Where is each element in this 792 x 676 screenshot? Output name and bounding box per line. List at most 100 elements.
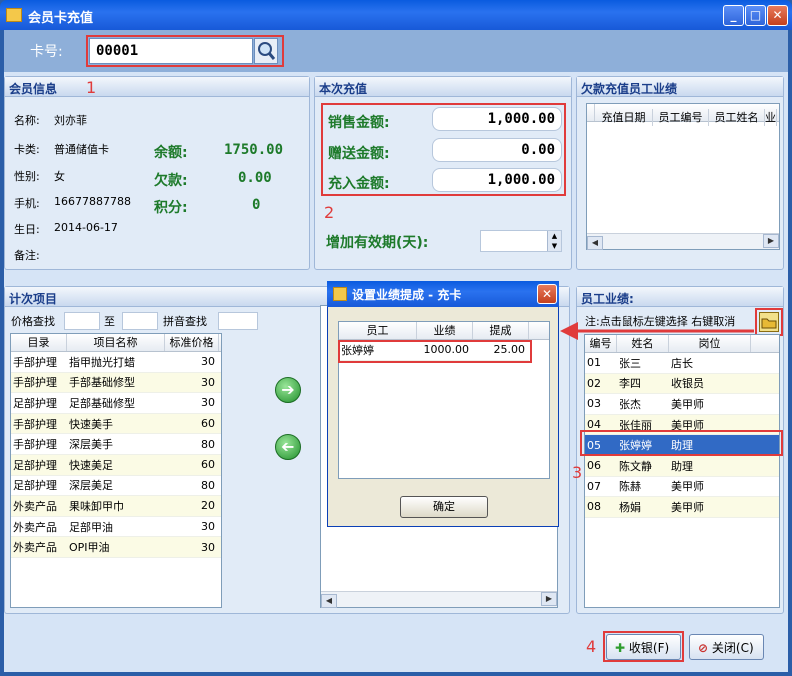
gift-amount-label: 赠送金额: bbox=[328, 146, 390, 162]
member-info-header: 会员信息 bbox=[5, 77, 309, 97]
pinyin-search-label: 拼音查找 bbox=[163, 315, 207, 328]
sale-amount-input[interactable]: 1,000.00 bbox=[432, 107, 562, 131]
item-row[interactable]: 手部护理 快速美手 60 bbox=[11, 413, 221, 435]
employee-row[interactable]: 02 李四 收银员 bbox=[585, 373, 779, 395]
col-emp-name[interactable]: 员工姓名 bbox=[709, 109, 765, 126]
employee-row[interactable]: 08 杨娟 美甲师 bbox=[585, 497, 779, 518]
scroll-right-icon[interactable]: ▶ bbox=[763, 234, 779, 248]
item-row[interactable]: 手部护理 指甲抛光打蜡 30 bbox=[11, 352, 221, 373]
item-price: 80 bbox=[201, 437, 215, 451]
employee-row[interactable]: 03 张杰 美甲师 bbox=[585, 394, 779, 415]
member-type-label: 卡类: bbox=[14, 143, 40, 156]
items-rows: 手部护理 指甲抛光打蜡 30 手部护理 手部基础修型 30 足部护理 足部基础修型 30 手部护理… bbox=[11, 352, 221, 558]
validity-spinner[interactable]: ▲ ▼ bbox=[480, 230, 562, 252]
employee-code: 06 bbox=[587, 459, 601, 473]
item-price: 60 bbox=[201, 417, 215, 431]
price-min-input[interactable] bbox=[64, 312, 100, 330]
item-row[interactable]: 手部护理 手部基础修型 30 bbox=[11, 372, 221, 394]
card-number-input[interactable]: 00001 bbox=[89, 38, 253, 64]
checkout-button[interactable]: ✚ 收银(F) bbox=[606, 634, 681, 660]
remove-item-button[interactable]: ➔ bbox=[275, 434, 301, 460]
item-row[interactable]: 足部护理 快速美足 60 bbox=[11, 454, 221, 476]
debt-label: 欠款: bbox=[154, 173, 188, 189]
item-price: 20 bbox=[201, 499, 215, 513]
item-category: 足部护理 bbox=[13, 458, 57, 472]
scroll-right-icon[interactable]: ▶ bbox=[541, 592, 557, 606]
app-icon bbox=[6, 8, 22, 22]
employee-role: 助理 bbox=[671, 459, 693, 473]
card-search-button[interactable] bbox=[254, 38, 278, 64]
validity-label: 增加有效期(天): bbox=[326, 235, 429, 251]
col-emp-id[interactable]: 员工编号 bbox=[653, 109, 709, 126]
item-row[interactable]: 足部护理 足部基础修型 30 bbox=[11, 393, 221, 414]
commission-grid-header: 员工 业绩 提成 bbox=[339, 322, 549, 340]
employee-name: 张三 bbox=[619, 356, 641, 370]
employee-row[interactable]: 01 张三 店长 bbox=[585, 353, 779, 374]
owe-grid-header: 充值日期 员工编号 员工姓名业 bbox=[587, 104, 779, 126]
col-staff[interactable]: 员工 bbox=[339, 322, 417, 339]
dialog-close-button[interactable]: ✕ bbox=[537, 284, 557, 304]
gift-amount-input[interactable]: 0.00 bbox=[432, 138, 562, 162]
col-commission[interactable]: 提成 bbox=[473, 322, 529, 339]
plus-icon: ✚ bbox=[615, 641, 626, 655]
item-price: 30 bbox=[201, 375, 215, 389]
pinyin-search-input[interactable] bbox=[218, 312, 258, 330]
item-row[interactable]: 手部护理 深层美手 80 bbox=[11, 434, 221, 455]
employee-role: 美甲师 bbox=[671, 397, 704, 411]
item-category: 外卖产品 bbox=[13, 499, 57, 513]
open-folder-button[interactable] bbox=[759, 312, 779, 332]
charge-amount-input[interactable]: 1,000.00 bbox=[432, 168, 562, 192]
member-name: 刘亦菲 bbox=[54, 114, 87, 127]
items-grid[interactable]: 目录 项目名称 标准价格 手部护理 指甲抛光打蜡 30 手部护理 手部基础修型 30 足部护理足… bbox=[10, 333, 222, 608]
employee-grid[interactable]: 编号 姓名 岗位 01 张三 店长 02 李四 收银员 03 张杰 美甲师 04 张佳丽 美甲师 05 张婷婷… bbox=[584, 334, 780, 608]
folder-icon bbox=[761, 318, 777, 329]
col-recharge-date[interactable]: 充值日期 bbox=[595, 109, 653, 126]
col-category[interactable]: 目录 bbox=[11, 334, 67, 351]
item-category: 足部护理 bbox=[13, 479, 57, 493]
item-category: 外卖产品 bbox=[13, 541, 57, 555]
annotation-4: 4 bbox=[586, 637, 597, 656]
annotation-2: 2 bbox=[324, 203, 335, 222]
add-item-button[interactable]: ➔ bbox=[275, 377, 301, 403]
debt-value: 0.00 bbox=[238, 170, 272, 186]
close-label: 关闭(C) bbox=[711, 641, 754, 655]
item-price: 60 bbox=[201, 458, 215, 472]
selected-items-scrollbar[interactable]: ◀ ▶ bbox=[321, 591, 557, 608]
item-category: 手部护理 bbox=[13, 438, 57, 452]
col-item-name[interactable]: 项目名称 bbox=[67, 334, 165, 351]
employee-header: 员工业绩: bbox=[577, 287, 783, 307]
col-price[interactable]: 标准价格 bbox=[165, 334, 219, 351]
scroll-left-icon[interactable]: ◀ bbox=[587, 236, 603, 250]
item-name: 深层美手 bbox=[69, 438, 113, 452]
price-max-input[interactable] bbox=[122, 312, 158, 330]
item-row[interactable]: 外卖产品 果味卸甲巾 20 bbox=[11, 496, 221, 517]
minimize-button[interactable]: _ bbox=[723, 5, 744, 26]
title-bar[interactable] bbox=[0, 0, 792, 30]
annotation-1: 1 bbox=[86, 78, 97, 97]
owe-grid[interactable]: 充值日期 员工编号 员工姓名业 ◀ ▶ bbox=[586, 103, 780, 250]
close-window-button[interactable]: ✕ bbox=[767, 5, 788, 26]
owe-horizontal-scrollbar[interactable]: ◀ ▶ bbox=[587, 233, 779, 250]
col-performance[interactable]: 业绩 bbox=[417, 322, 473, 339]
item-name: 足部甲油 bbox=[69, 520, 113, 534]
member-birthday-label: 生日: bbox=[14, 223, 40, 236]
employee-code: 01 bbox=[587, 356, 601, 370]
scroll-left-icon[interactable]: ◀ bbox=[321, 594, 337, 608]
dialog-icon bbox=[333, 287, 347, 301]
dialog-title: 设置业绩提成 - 充卡 bbox=[352, 288, 462, 302]
col-perf[interactable]: 业 bbox=[765, 109, 777, 126]
item-row[interactable]: 足部护理 深层美足 80 bbox=[11, 476, 221, 497]
maximize-button[interactable]: □ bbox=[745, 5, 766, 26]
item-category: 足部护理 bbox=[13, 396, 57, 410]
spinner-arrows-icon[interactable]: ▲ ▼ bbox=[547, 231, 561, 251]
close-button[interactable]: ⊘ 关闭(C) bbox=[689, 634, 764, 660]
member-note-label: 备注: bbox=[14, 249, 40, 262]
employee-row[interactable]: 07 陈赫 美甲师 bbox=[585, 477, 779, 498]
charge-amount-label: 充入金额: bbox=[328, 176, 390, 192]
dialog-ok-button[interactable]: 确定 bbox=[400, 496, 488, 518]
sale-amount-label: 销售金额: bbox=[328, 115, 390, 131]
item-row[interactable]: 外卖产品 OPI甲油 30 bbox=[11, 537, 221, 558]
employee-row[interactable]: 06 陈文静 助理 bbox=[585, 455, 779, 477]
item-row[interactable]: 外卖产品 足部甲油 30 bbox=[11, 517, 221, 538]
arrow-right-icon: ➔ bbox=[281, 380, 295, 399]
